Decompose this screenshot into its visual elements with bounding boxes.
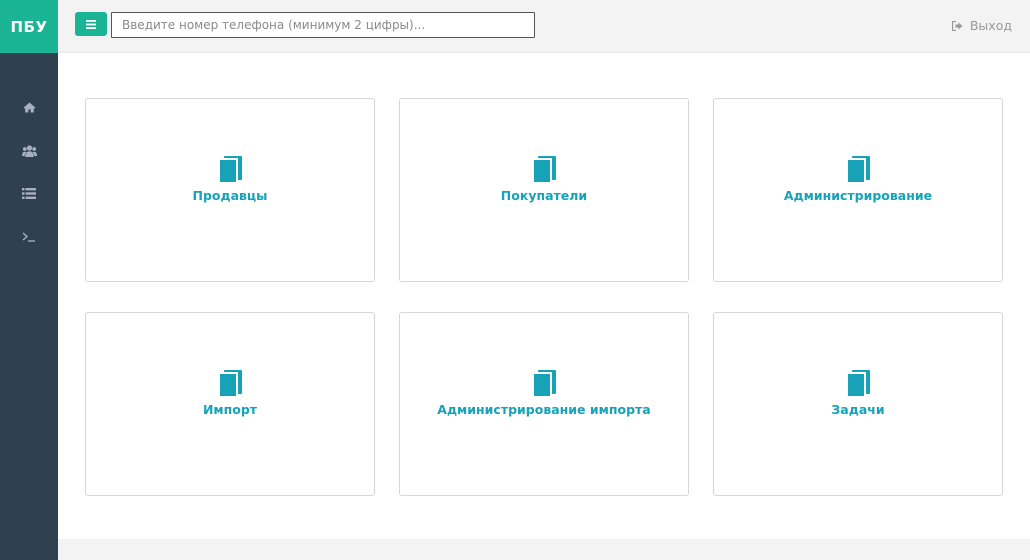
book-icon bbox=[846, 370, 870, 397]
tile-label: Администрирование bbox=[783, 188, 933, 203]
tile-tasks[interactable]: Задачи bbox=[713, 312, 1003, 496]
hamburger-icon bbox=[86, 19, 96, 29]
tile-label: Продавцы bbox=[192, 188, 268, 203]
tile-label: Администрирование импорта bbox=[437, 402, 651, 417]
main-content: Продавцы Покупатели Администрирование Им… bbox=[58, 53, 1030, 539]
tile-administration[interactable]: Администрирование bbox=[713, 98, 1003, 282]
sign-out-icon bbox=[951, 20, 963, 31]
tile-label: Покупатели bbox=[500, 188, 588, 203]
tile-sellers[interactable]: Продавцы bbox=[85, 98, 375, 282]
book-icon bbox=[846, 156, 870, 183]
sidebar: ПБУ bbox=[0, 0, 58, 560]
tile-import[interactable]: Импорт bbox=[85, 312, 375, 496]
book-icon bbox=[218, 370, 242, 397]
logout-link[interactable]: Выход bbox=[951, 18, 1012, 33]
sidebar-item-users[interactable] bbox=[0, 129, 58, 172]
book-icon bbox=[532, 370, 556, 397]
sidebar-item-home[interactable] bbox=[0, 86, 58, 129]
brand-logo[interactable]: ПБУ bbox=[0, 0, 58, 53]
list-icon bbox=[22, 188, 36, 199]
terminal-icon bbox=[22, 231, 35, 242]
sidebar-item-terminal[interactable] bbox=[0, 215, 58, 258]
top-navbar: Выход bbox=[58, 0, 1030, 53]
tile-buyers[interactable]: Покупатели bbox=[399, 98, 689, 282]
tile-label: Импорт bbox=[202, 402, 258, 417]
book-icon bbox=[218, 156, 242, 183]
phone-search-input[interactable] bbox=[111, 12, 535, 38]
toggle-menu-button[interactable] bbox=[75, 12, 107, 36]
footer bbox=[58, 539, 1030, 560]
home-icon bbox=[23, 102, 35, 113]
users-icon bbox=[21, 144, 37, 157]
sidebar-nav bbox=[0, 53, 58, 258]
logout-label: Выход bbox=[969, 18, 1012, 33]
sidebar-item-list[interactable] bbox=[0, 172, 58, 215]
tile-import-administration[interactable]: Администрирование импорта bbox=[399, 312, 689, 496]
tile-label: Задачи bbox=[831, 402, 885, 417]
book-icon bbox=[532, 156, 556, 183]
